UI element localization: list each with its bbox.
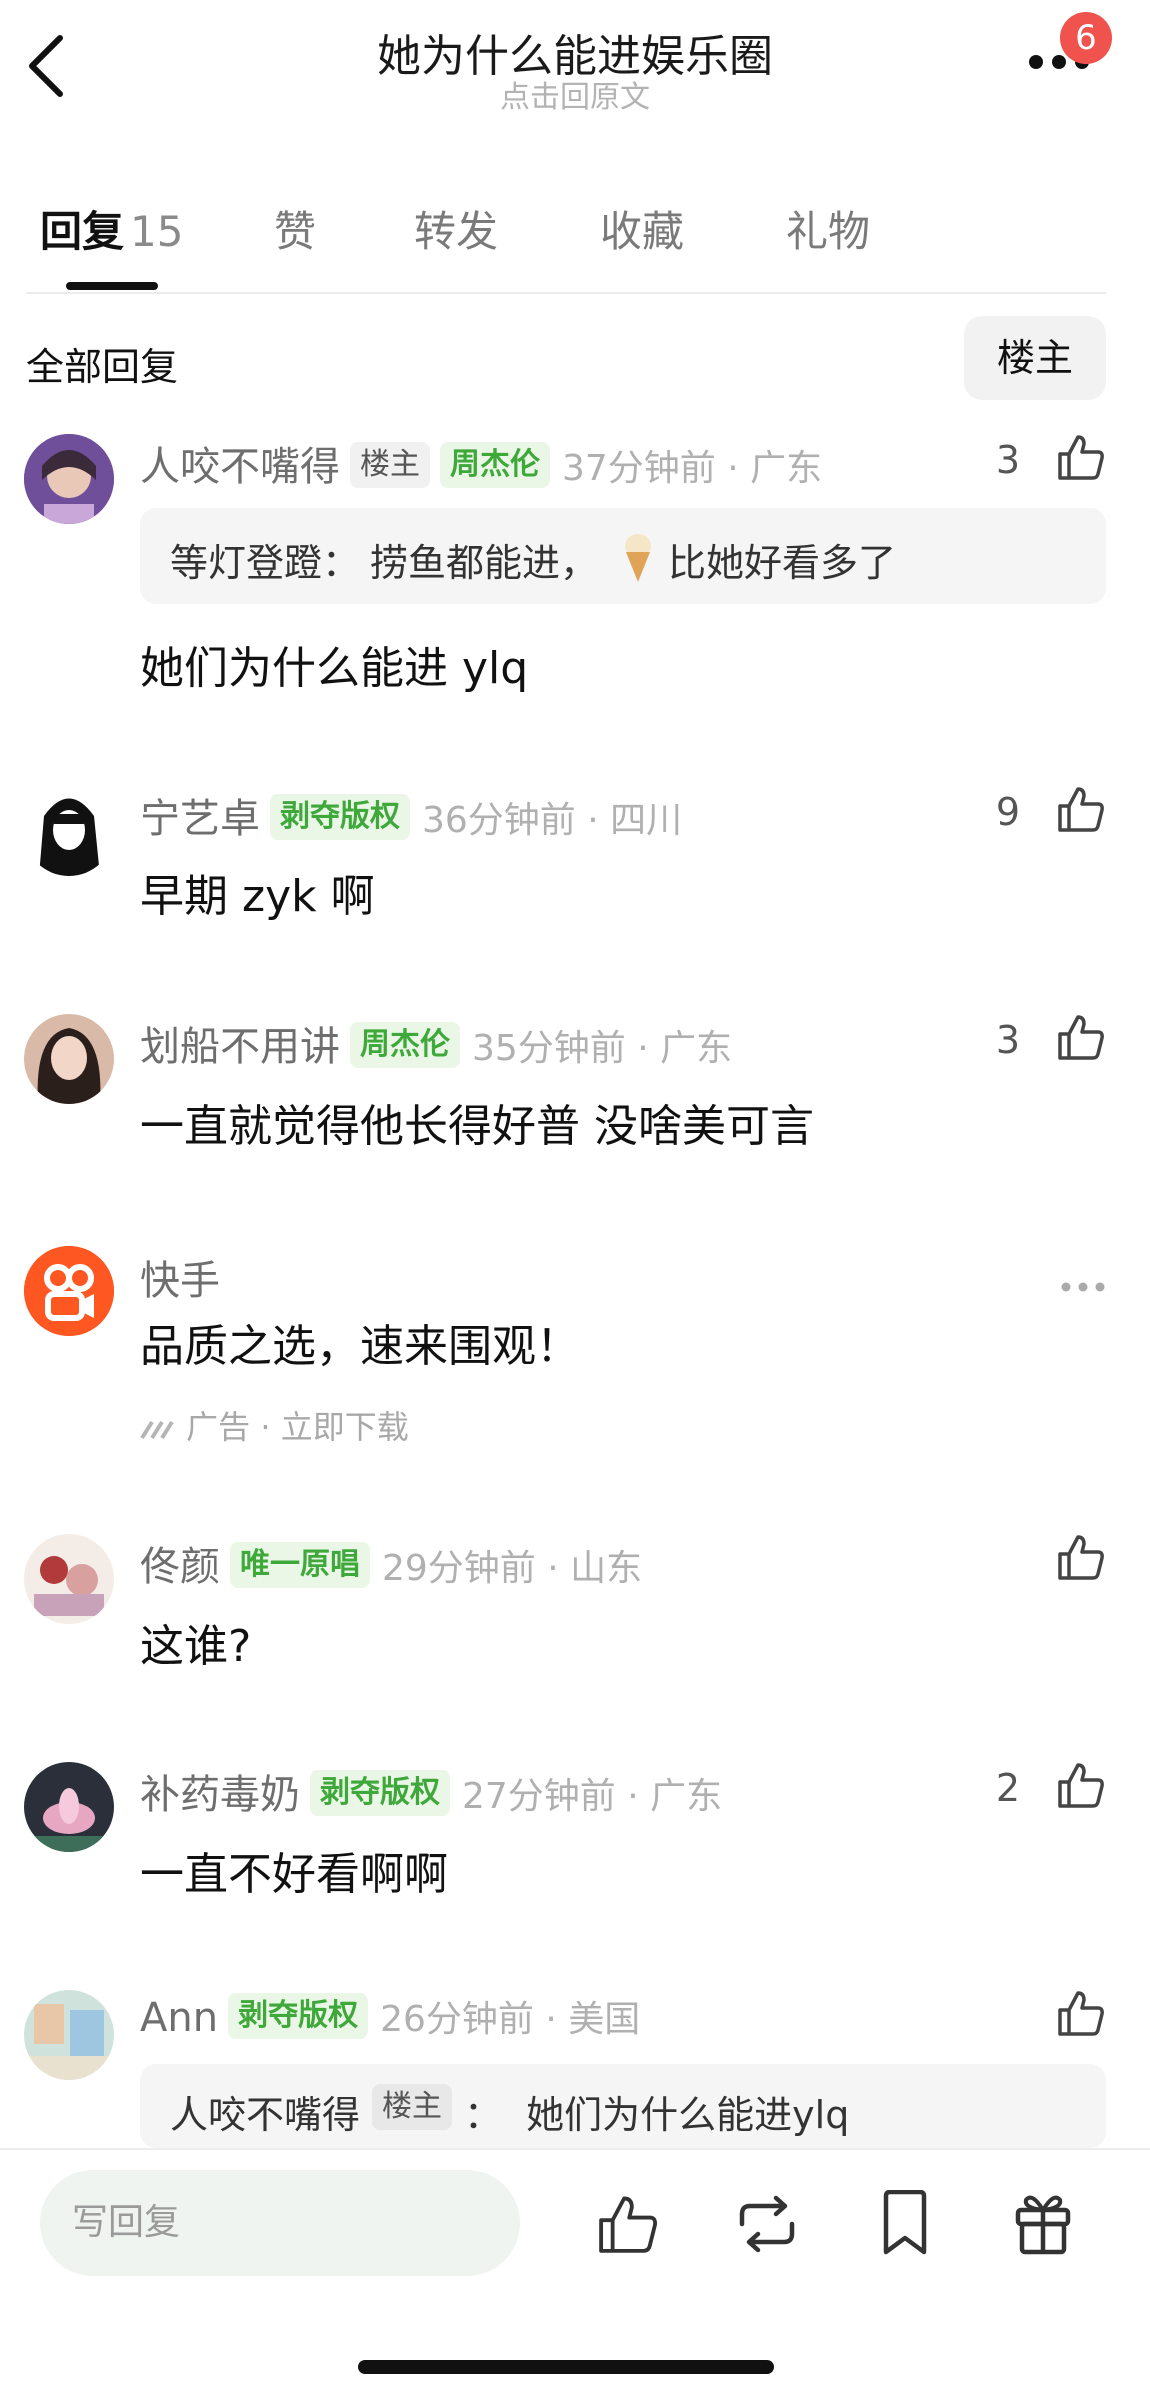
- avatar[interactable]: [24, 1534, 114, 1624]
- user-photo-icon: [24, 1990, 114, 2080]
- ad-footer[interactable]: 广告 · 立即下载: [140, 1402, 409, 1448]
- comment-header: 宁艺卓 剥夺版权 36分钟前 · 四川: [140, 786, 682, 844]
- tab-likes[interactable]: 赞: [274, 198, 316, 259]
- op-only-filter-button[interactable]: 楼主: [964, 316, 1106, 400]
- timestamp-location: 26分钟前 · 美国: [380, 1999, 641, 2040]
- ad-text[interactable]: 品质之选，速来围观！: [140, 1310, 580, 1374]
- timestamp-location: 35分钟前 · 广东: [472, 1028, 733, 1069]
- gift-button[interactable]: [1014, 2188, 1072, 2256]
- comment-text: 早期 zyk 啊: [140, 871, 375, 922]
- timestamp-location: 27分钟前 · 广东: [462, 1776, 723, 1817]
- thumb-up-icon: [1058, 1991, 1104, 2036]
- tab-count: 15: [130, 207, 184, 256]
- timestamp-location: 29分钟前 · 山东: [382, 1548, 643, 1589]
- tab-reposts[interactable]: 转发: [414, 198, 498, 259]
- notification-badge: 6: [1060, 12, 1112, 64]
- ad-footer-text: 广告 · 立即下载: [186, 1408, 409, 1446]
- comment-header: 划船不用讲 周杰伦 35分钟前 · 广东: [140, 1014, 732, 1072]
- timestamp-location: 37分钟前 · 广东: [562, 448, 823, 489]
- comment-header: 佟颜 唯一原唱 29分钟前 · 山东: [140, 1534, 642, 1592]
- user-photo-icon: [24, 1762, 114, 1852]
- like-count: 3: [995, 438, 1020, 482]
- user-photo-icon: [24, 1014, 114, 1104]
- like-post-button[interactable]: [596, 2192, 660, 2256]
- thumb-up-icon: [1058, 1763, 1104, 1808]
- quote-author: 等灯登蹬：: [170, 541, 361, 585]
- home-indicator: [358, 2360, 774, 2374]
- reply-input[interactable]: 写回复: [40, 2170, 520, 2276]
- like-button[interactable]: [1056, 1532, 1106, 1582]
- user-photo-icon: [24, 434, 114, 524]
- tab-gifts[interactable]: 礼物: [786, 198, 870, 259]
- kuaishou-logo-icon: [24, 1246, 114, 1336]
- fan-badge[interactable]: 周杰伦: [440, 442, 550, 488]
- comment-header: Ann 剥夺版权 26分钟前 · 美国: [140, 1990, 640, 2043]
- thumb-up-icon: [1058, 787, 1104, 832]
- quoted-reply[interactable]: 等灯登蹬： 捞鱼都能进， 比她好看多了: [140, 508, 1106, 604]
- username[interactable]: 补药毒奶: [140, 1772, 300, 1818]
- like-button[interactable]: [1056, 432, 1106, 482]
- fan-badge[interactable]: 剥夺版权: [270, 794, 410, 840]
- op-tag: 楼主: [372, 2083, 452, 2130]
- comment-header: 补药毒奶 剥夺版权 27分钟前 · 广东: [140, 1762, 722, 1820]
- comment-text: 一直不好看啊啊: [140, 1849, 448, 1900]
- like-button[interactable]: [1056, 1012, 1106, 1062]
- fan-badge[interactable]: 周杰伦: [350, 1022, 460, 1068]
- comment-text: 她们为什么能进 ylq: [140, 643, 529, 694]
- user-photo-icon: [24, 786, 114, 876]
- like-button[interactable]: [1056, 1760, 1106, 1810]
- comment-text: 一直就觉得他长得好普 没啥美可言: [140, 1101, 814, 1152]
- ice-cream-icon: [625, 534, 651, 582]
- thumb-up-icon: [599, 2196, 657, 2253]
- ad-marker-icon: [140, 1420, 174, 1440]
- fan-badge[interactable]: 剥夺版权: [310, 1770, 450, 1816]
- ad-name[interactable]: 快手: [140, 1248, 220, 1306]
- comment-text: 这谁?: [140, 1621, 252, 1672]
- repost-icon: [739, 2195, 795, 2253]
- avatar[interactable]: [24, 434, 114, 524]
- repost-button[interactable]: [734, 2194, 800, 2254]
- tab-label: 回复: [40, 207, 125, 256]
- timestamp-location: 36分钟前 · 四川: [422, 800, 683, 841]
- fan-badge[interactable]: 唯一原唱: [230, 1542, 370, 1588]
- like-count: 9: [995, 790, 1020, 834]
- like-count: 3: [995, 1018, 1020, 1062]
- avatar[interactable]: [24, 1762, 114, 1852]
- divider: [26, 292, 1106, 294]
- username[interactable]: 佟颜: [140, 1544, 220, 1590]
- username[interactable]: 人咬不嘴得: [140, 444, 340, 490]
- quote-author: 人咬不嘴得: [170, 2093, 361, 2137]
- quote-text: ： 她们为什么能进ylq: [464, 2093, 850, 2137]
- like-button[interactable]: [1056, 784, 1106, 834]
- tab-favorites[interactable]: 收藏: [600, 198, 684, 259]
- more-dots-icon: [1061, 1282, 1105, 1292]
- quote-text-cont: 比她好看多了: [668, 541, 897, 585]
- avatar[interactable]: [24, 786, 114, 876]
- bookmark-icon: [883, 2190, 927, 2255]
- thumb-up-icon: [1058, 1535, 1104, 1580]
- section-title: 全部回复: [26, 345, 179, 389]
- like-button[interactable]: [1056, 1988, 1106, 2038]
- username[interactable]: 划船不用讲: [140, 1024, 340, 1070]
- fan-badge[interactable]: 剥夺版权: [228, 1993, 369, 2039]
- avatar[interactable]: [24, 1990, 114, 2080]
- user-photo-icon: [24, 1534, 114, 1624]
- op-tag: 楼主: [350, 442, 430, 488]
- quoted-reply[interactable]: 人咬不嘴得 楼主 ： 她们为什么能进ylq: [140, 2064, 1106, 2148]
- ad-more-button[interactable]: [1060, 1280, 1106, 1294]
- tab-replies[interactable]: 回复 15: [40, 198, 183, 259]
- comment-header: 人咬不嘴得 楼主 周杰伦 37分钟前 · 广东: [140, 434, 822, 492]
- avatar[interactable]: [24, 1014, 114, 1104]
- like-count: 2: [995, 1766, 1020, 1810]
- thumb-up-icon: [1058, 435, 1104, 480]
- username[interactable]: 宁艺卓: [140, 796, 260, 842]
- bookmark-button[interactable]: [880, 2190, 930, 2256]
- ad-avatar[interactable]: [24, 1246, 114, 1336]
- username[interactable]: Ann: [140, 1995, 218, 2041]
- gift-icon: [1015, 2195, 1071, 2255]
- quote-text: 捞鱼都能进，: [370, 541, 599, 585]
- thumb-up-icon: [1058, 1015, 1104, 1060]
- view-original-link[interactable]: 点击回原文: [0, 72, 1150, 116]
- active-tab-indicator: [66, 282, 158, 290]
